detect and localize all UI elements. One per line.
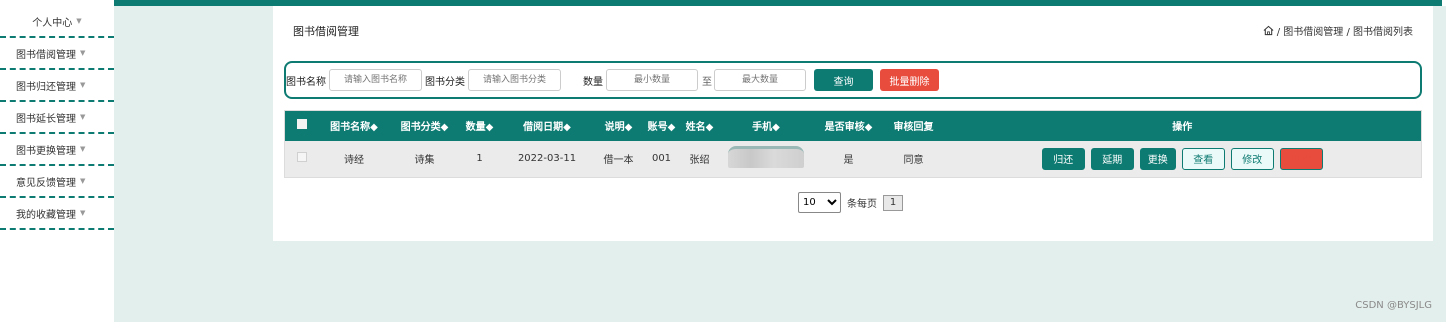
cell-approved: 是: [813, 140, 884, 178]
column-header[interactable]: 是否审核◆: [813, 110, 884, 141]
column-header[interactable]: 图书名称◆: [318, 110, 390, 141]
sidebar-item-personal-center[interactable]: 个人中心 ▼: [0, 6, 114, 38]
sidebar-item-label: 图书延长管理: [16, 113, 76, 125]
chevron-down-icon: ▼: [80, 81, 86, 89]
column-header: 操作: [943, 110, 1422, 141]
row-select-cell[interactable]: [284, 140, 319, 178]
column-header[interactable]: 手机◆: [718, 110, 814, 141]
min-quantity-input[interactable]: [606, 69, 698, 91]
quantity-label: 数量: [583, 76, 603, 88]
cell-account: 001: [642, 140, 681, 178]
column-header[interactable]: 数量◆: [459, 110, 500, 141]
sidebar: 个人中心 ▼ 图书借阅管理 ▼ 图书归还管理 ▼ 图书延长管理 ▼ 图书更换管理 ▼ 意见…: [0, 6, 114, 322]
chevron-down-icon: ▼: [80, 113, 86, 121]
column-header: 审核回复: [883, 110, 944, 141]
cell-category: 诗集: [389, 140, 460, 178]
cell-reply: 同意: [883, 140, 944, 178]
chevron-down-icon: ▼: [80, 145, 86, 153]
search-form: 图书名称 图书分类 数量 至 查询 批量删除: [284, 61, 1422, 99]
sidebar-item-exchange[interactable]: 图书更换管理 ▼: [0, 134, 114, 166]
sidebar-item-feedback[interactable]: 意见反馈管理 ▼: [0, 166, 114, 198]
query-button[interactable]: 查询: [814, 69, 873, 91]
chevron-down-icon: ▼: [80, 177, 86, 185]
page-title: 图书借阅管理: [293, 25, 359, 38]
sidebar-item-extend[interactable]: 图书延长管理 ▼: [0, 102, 114, 134]
chevron-down-icon: ▼: [80, 209, 86, 217]
cell-borrow-date: 2022-03-11: [499, 140, 595, 178]
delete-button[interactable]: 删除: [1279, 147, 1323, 170]
book-name-input[interactable]: [329, 69, 422, 91]
exchange-button[interactable]: 更换: [1139, 147, 1176, 170]
borrow-table: 图书名称◆ 图书分类◆ 数量◆ 借阅日期◆ 说明◆ 账号◆ 姓名◆ 手机◆ 是否…: [284, 110, 1422, 178]
page-size-select[interactable]: 10: [798, 192, 841, 213]
home-icon[interactable]: [1263, 25, 1274, 36]
redacted-phone: [728, 146, 804, 169]
book-category-label: 图书分类: [425, 76, 465, 88]
main-panel: 图书借阅管理 / 图书借阅管理 / 图书借阅列表 图书名称 图书分类 数量 至 …: [273, 6, 1433, 241]
breadcrumb: / 图书借阅管理 / 图书借阅列表: [1263, 23, 1413, 38]
column-header[interactable]: 说明◆: [594, 110, 643, 141]
chevron-down-icon: ▼: [80, 49, 86, 57]
page-number-button[interactable]: 1: [883, 194, 903, 211]
view-button[interactable]: 查看: [1181, 147, 1225, 170]
column-header[interactable]: 账号◆: [642, 110, 681, 141]
sidebar-item-return[interactable]: 图书归还管理 ▼: [0, 70, 114, 102]
per-page-label: 条每页: [847, 199, 877, 210]
sidebar-item-label: 意见反馈管理: [16, 177, 76, 189]
cell-note: 借一本: [594, 140, 643, 178]
max-quantity-input[interactable]: [714, 69, 806, 91]
cell-username: 张绍: [680, 140, 719, 178]
column-header[interactable]: 姓名◆: [680, 110, 719, 141]
batch-delete-button[interactable]: 批量删除: [880, 69, 939, 91]
extend-button[interactable]: 延期: [1090, 147, 1134, 170]
sidebar-item-favorites[interactable]: 我的收藏管理 ▼: [0, 198, 114, 230]
sidebar-item-label: 图书借阅管理: [16, 49, 76, 61]
cell-book-name: 诗经: [318, 140, 390, 178]
pagination: 10 条每页 1: [798, 192, 903, 213]
sidebar-item-label: 我的收藏管理: [16, 209, 76, 221]
column-header[interactable]: 借阅日期◆: [499, 110, 595, 141]
cell-phone: [718, 140, 814, 178]
book-name-label: 图书名称: [286, 76, 326, 88]
sidebar-item-label: 图书更换管理: [16, 145, 76, 157]
edit-button[interactable]: 修改: [1230, 147, 1274, 170]
sidebar-item-label: 个人中心: [32, 17, 73, 29]
select-all-header[interactable]: [284, 110, 319, 141]
row-checkbox[interactable]: [296, 152, 307, 163]
cell-quantity: 1: [459, 140, 500, 178]
chevron-down-icon: ▼: [76, 17, 82, 25]
sidebar-item-label: 图书归还管理: [16, 81, 76, 93]
column-header[interactable]: 图书分类◆: [389, 110, 460, 141]
breadcrumb-path[interactable]: / 图书借阅管理 / 图书借阅列表: [1277, 23, 1413, 38]
watermark: CSDN @BYSJLG: [1355, 300, 1432, 311]
select-all-checkbox[interactable]: [296, 119, 307, 130]
sidebar-item-borrow[interactable]: 图书借阅管理 ▼: [0, 38, 114, 70]
table-header-row: 图书名称◆ 图书分类◆ 数量◆ 借阅日期◆ 说明◆ 账号◆ 姓名◆ 手机◆ 是否…: [284, 110, 1422, 141]
table-row: 诗经 诗集 1 2022-03-11 借一本 001 张绍 是 同意 归还 延期…: [284, 140, 1422, 178]
return-button[interactable]: 归还: [1041, 147, 1085, 170]
cell-actions: 归还 延期 更换 查看 修改 删除: [943, 140, 1422, 178]
range-separator: 至: [702, 76, 712, 88]
book-category-input[interactable]: [468, 69, 561, 91]
